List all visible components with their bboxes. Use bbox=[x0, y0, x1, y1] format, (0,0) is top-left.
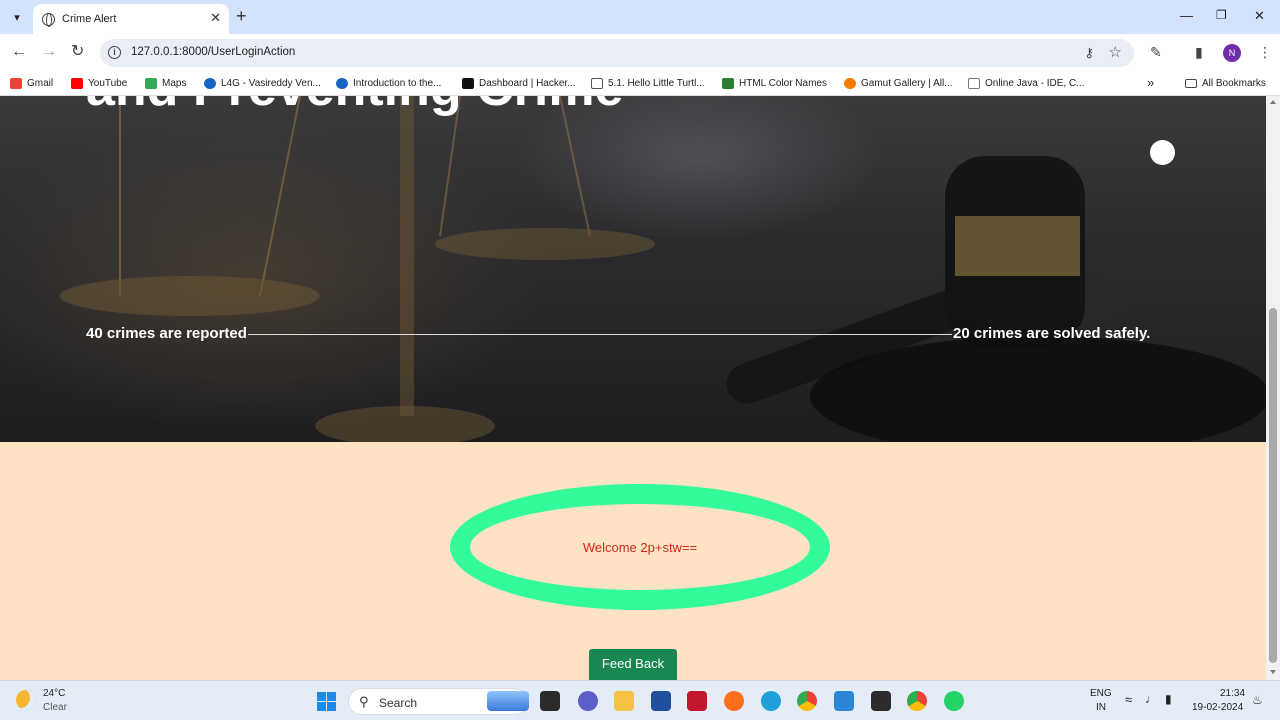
gmail-icon bbox=[10, 78, 22, 89]
bookmarks-bar: Gmail YouTube Maps L4G - Vasireddy Ven..… bbox=[0, 72, 1280, 96]
c-logo-icon bbox=[336, 78, 348, 89]
battery-icon[interactable]: ▮ bbox=[1165, 692, 1172, 706]
wifi-icon[interactable]: ≈ bbox=[1125, 692, 1132, 707]
bookmark-maps[interactable]: Maps bbox=[145, 78, 186, 89]
task-view-icon[interactable] bbox=[540, 691, 560, 711]
clock-time[interactable]: 21:34 bbox=[1220, 688, 1245, 699]
welcome-ellipse: Welcome 2p+stw== bbox=[450, 484, 830, 610]
back-arrow-icon[interactable]: ← bbox=[11, 43, 27, 61]
bookmark-online-java[interactable]: Online Java - IDE, C... bbox=[968, 78, 1084, 89]
close-tab-icon[interactable]: ✕ bbox=[210, 11, 221, 25]
terminal-icon[interactable] bbox=[871, 691, 891, 711]
chrome-icon[interactable] bbox=[797, 691, 817, 711]
profile-avatar[interactable]: N bbox=[1223, 44, 1241, 62]
bookmark-introduction[interactable]: Introduction to the... bbox=[336, 78, 441, 89]
java-icon bbox=[968, 78, 980, 89]
password-key-icon[interactable]: ⚷ bbox=[1084, 45, 1094, 61]
site-info-icon[interactable]: i bbox=[108, 46, 121, 59]
scroll-down-arrow-icon[interactable] bbox=[1270, 670, 1276, 674]
chrome-profile-icon[interactable] bbox=[907, 691, 927, 711]
forward-arrow-icon[interactable]: → bbox=[41, 43, 57, 61]
whatsapp-icon[interactable] bbox=[944, 691, 964, 711]
scroll-up-arrow-icon[interactable] bbox=[1270, 100, 1276, 104]
crimes-solved-text: 20 crimes are solved safely. bbox=[953, 325, 1151, 342]
folder-icon bbox=[1185, 79, 1197, 88]
notification-bell-icon[interactable]: ♨ bbox=[1252, 693, 1263, 707]
all-bookmarks[interactable]: All Bookmarks bbox=[1185, 78, 1266, 89]
scrollbar-thumb[interactable] bbox=[1269, 308, 1277, 663]
reload-icon[interactable]: ↻ bbox=[71, 43, 84, 61]
search-label: Search bbox=[379, 696, 418, 710]
bookmark-gmail[interactable]: Gmail bbox=[10, 78, 53, 89]
bookmark-gamut-gallery[interactable]: Gamut Gallery | All... bbox=[844, 78, 953, 89]
side-panel-icon[interactable]: ▮ bbox=[1195, 44, 1203, 61]
file-explorer-icon[interactable] bbox=[614, 691, 634, 711]
url-text[interactable]: 127.0.0.1:8000/UserLoginAction bbox=[131, 46, 295, 58]
hero-title: and Preventing Crime bbox=[86, 96, 623, 118]
chat-icon[interactable] bbox=[578, 691, 598, 711]
menu-kebab-icon[interactable]: ⋮ bbox=[1258, 44, 1272, 61]
address-bar[interactable]: i 127.0.0.1:8000/UserLoginAction ⚷ ☆ bbox=[100, 39, 1134, 67]
search-icon: ⚲ bbox=[359, 694, 369, 709]
carousel-dot[interactable] bbox=[1150, 140, 1175, 165]
w3-icon bbox=[722, 78, 734, 89]
welcome-message: Welcome 2p+stw== bbox=[582, 539, 698, 555]
weather-temperature[interactable]: 24°C bbox=[43, 688, 65, 699]
globe-icon bbox=[42, 12, 55, 27]
browser-toolbar: ← → ↻ i 127.0.0.1:8000/UserLoginAction ⚷… bbox=[0, 34, 1280, 72]
edge-icon[interactable] bbox=[761, 691, 781, 711]
bookmark-youtube[interactable]: YouTube bbox=[71, 78, 127, 89]
bookmark-hackerrank[interactable]: Dashboard | Hacker... bbox=[462, 78, 576, 89]
bookmark-star-icon[interactable]: ☆ bbox=[1109, 43, 1122, 61]
volume-icon[interactable]: ♩ bbox=[1145, 692, 1157, 706]
weather-condition[interactable]: Clear bbox=[43, 702, 67, 713]
windows-taskbar: 24°C Clear ⚲ Search ENG IN ≈ ♩ ▮ 21:34 1… bbox=[0, 680, 1280, 720]
youtube-icon bbox=[71, 78, 83, 89]
new-tab-button[interactable]: + bbox=[236, 6, 247, 26]
page-scrollbar[interactable] bbox=[1266, 96, 1280, 680]
feedback-button[interactable]: Feed Back bbox=[589, 649, 677, 680]
language-region[interactable]: IN bbox=[1096, 702, 1106, 713]
hero-banner: and Preventing Crime 40 crimes are repor… bbox=[0, 96, 1266, 442]
window-close-icon[interactable]: ✕ bbox=[1254, 8, 1265, 24]
weather-moon-icon[interactable] bbox=[16, 690, 36, 710]
c-logo-icon bbox=[204, 78, 216, 89]
firefox-icon[interactable] bbox=[724, 691, 744, 711]
document-icon bbox=[591, 78, 603, 89]
language-indicator[interactable]: ENG bbox=[1090, 688, 1112, 699]
minimize-icon[interactable]: — bbox=[1180, 8, 1193, 23]
store-icon[interactable] bbox=[651, 691, 671, 711]
tab-search-chevron-icon[interactable]: ▾ bbox=[6, 6, 28, 28]
tab-strip: ▾ Crime Alert ✕ + — ❐ ✕ bbox=[0, 0, 1280, 34]
hackerrank-icon bbox=[462, 78, 474, 89]
gamut-icon bbox=[844, 78, 856, 89]
clock-date[interactable]: 19-02-2024 bbox=[1192, 702, 1243, 713]
mcafee-icon[interactable] bbox=[687, 691, 707, 711]
windows-start-icon[interactable] bbox=[317, 692, 336, 711]
bookmark-turtle[interactable]: 5.1. Hello Little Turtl... bbox=[591, 78, 705, 89]
maps-icon bbox=[145, 78, 157, 89]
vscode-icon[interactable] bbox=[834, 691, 854, 711]
stats-divider-line bbox=[248, 334, 952, 335]
search-highlight-image[interactable] bbox=[487, 691, 529, 711]
bookmark-html-colors[interactable]: HTML Color Names bbox=[722, 78, 827, 89]
bookmark-l4g[interactable]: L4G - Vasireddy Ven... bbox=[204, 78, 321, 89]
tab-crime-alert[interactable]: Crime Alert ✕ bbox=[33, 4, 229, 34]
crimes-reported-text: 40 crimes are reported bbox=[86, 325, 247, 342]
justice-scales-image bbox=[60, 96, 1266, 442]
main-content: Welcome 2p+stw== Feed Back bbox=[0, 442, 1266, 680]
restore-icon[interactable]: ❐ bbox=[1216, 8, 1227, 22]
tab-title: Crime Alert bbox=[62, 13, 117, 25]
more-bookmarks-chevron[interactable]: » bbox=[1147, 75, 1154, 90]
extensions-puzzle-icon[interactable]: ✎ bbox=[1150, 44, 1162, 61]
